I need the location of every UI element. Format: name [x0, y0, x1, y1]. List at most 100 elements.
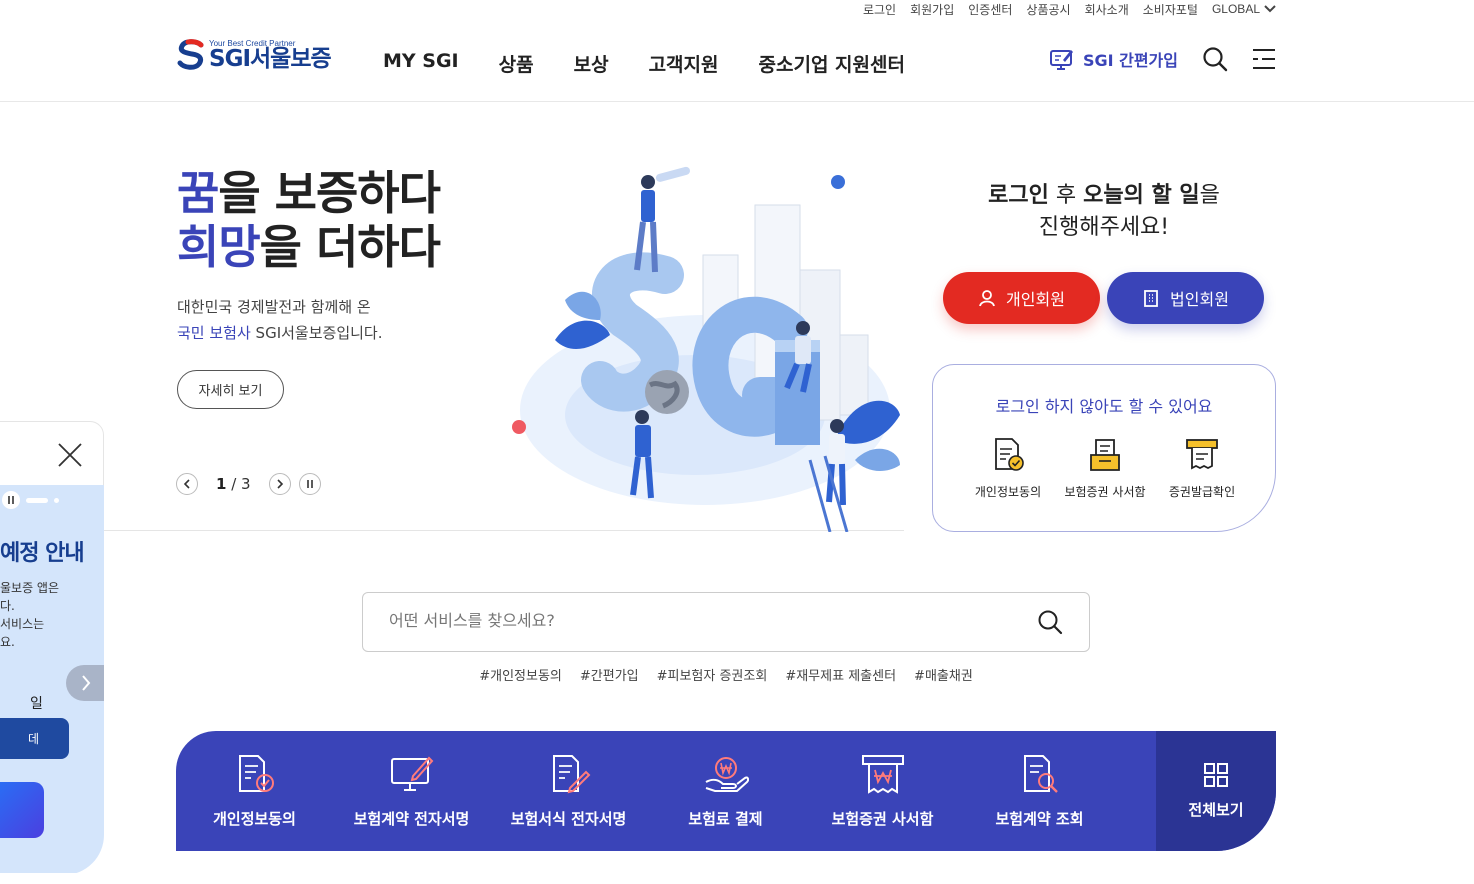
popup-text-line: 울보증 앱은 [0, 581, 60, 595]
quick-premium-payment[interactable]: 보험료 결제 [647, 731, 804, 851]
nav-sme-center[interactable]: 중소기업 지원센터 [759, 50, 905, 77]
no-login-issue-confirm[interactable]: 증권발급확인 [1157, 437, 1247, 500]
personal-member-label: 개인회원 [1006, 290, 1065, 309]
logo-name: SGI서울보증 [209, 45, 332, 72]
hero-title: 꿈을 보증하다 희망을 더하다 [177, 166, 441, 274]
pause-icon [306, 480, 313, 488]
quick-privacy-consent[interactable]: 개인정보동의 [176, 731, 333, 851]
hero-desc-line1: 대한민국 경제발전과 함께해 온 [177, 298, 371, 316]
menu-icon[interactable] [1252, 48, 1276, 70]
chevron-down-icon [1264, 5, 1276, 13]
sgi-logo[interactable]: Your Best Credit Partner SGI서울보증 [177, 38, 332, 72]
util-consumer-portal-link[interactable]: 소비자포털 [1143, 1, 1198, 18]
user-icon [979, 290, 995, 307]
no-login-privacy-consent[interactable]: 개인정보동의 [963, 437, 1053, 500]
main-nav: MY SGI 상품 보상 고객지원 중소기업 지원센터 [383, 50, 905, 77]
sgi-isometric-illustration [512, 166, 900, 532]
chevron-right-icon [277, 479, 283, 489]
search-icon[interactable] [1037, 609, 1063, 635]
corporate-member-label: 법인회원 [1170, 290, 1229, 309]
building-icon [1144, 290, 1158, 307]
global-label: GLOBAL [1211, 2, 1260, 16]
corporate-member-button[interactable]: 법인회원 [1107, 272, 1264, 324]
popup-dot-active[interactable] [26, 497, 48, 503]
popup-dot[interactable] [54, 497, 59, 503]
quick-contract-lookup[interactable]: 보험계약 조회 [961, 731, 1118, 851]
slide-pager: 1 / 3 [216, 475, 251, 493]
personal-member-button[interactable]: 개인회원 [943, 272, 1100, 324]
popup-action-button[interactable]: 데 [0, 718, 69, 759]
document-check-icon [238, 754, 274, 792]
popup-slide-indicator [2, 491, 59, 509]
quick-item-label: 보험계약 조회 [995, 809, 1084, 828]
hand-coin-icon [705, 756, 749, 792]
close-icon[interactable] [57, 442, 83, 468]
document-search-icon [1023, 754, 1058, 793]
logo-mark-icon [177, 38, 205, 70]
quick-form-esign[interactable]: 보험서식 전자서명 [490, 731, 647, 851]
login-prompt-login: 로그인 [988, 183, 1049, 208]
util-product-notice-link[interactable]: 상품공시 [1026, 1, 1070, 18]
no-login-services-panel: 로그인 하지 않아도 할 수 있어요 개인정보동의 보험증권 사서함 증권발급확… [932, 364, 1276, 532]
view-all-button[interactable]: 전체보기 [1156, 731, 1276, 851]
hero-title-rest-2: 을 더하다 [259, 220, 441, 274]
quick-policy-mailbox[interactable]: 보험증권 사서함 [804, 731, 961, 851]
popup-next-button[interactable] [66, 665, 104, 701]
service-search-box [362, 592, 1090, 652]
pager-current: 1 [216, 475, 227, 493]
nav-compensation[interactable]: 보상 [574, 50, 609, 77]
no-login-item-label: 보험증권 사서함 [1064, 485, 1146, 499]
hashtag-privacy-consent[interactable]: #개인정보동의 [479, 665, 562, 684]
login-prompt: 로그인 후 오늘의 할 일을 진행해주세요! [932, 180, 1276, 244]
view-all-label: 전체보기 [1188, 800, 1244, 819]
hashtag-insured-policy[interactable]: #피보험자 증권조회 [657, 665, 768, 684]
hashtag-easy-join[interactable]: #간편가입 [580, 665, 639, 684]
popup-header [0, 421, 104, 487]
global-dropdown[interactable]: GLOBAL [1212, 2, 1276, 16]
more-details-button[interactable]: 자세히 보기 [177, 370, 284, 409]
search-icon[interactable] [1202, 46, 1228, 72]
nav-customer-support[interactable]: 고객지원 [649, 50, 719, 77]
hero-desc-accent: 국민 보험사 [177, 324, 251, 342]
login-prompt-after: 후 [1048, 183, 1084, 208]
quick-contract-esign[interactable]: 보험계약 전자서명 [333, 731, 490, 851]
hashtag-receivables[interactable]: #매출채권 [914, 665, 973, 684]
hero-slider-controls: 1 / 3 [176, 473, 321, 495]
chevron-right-icon [82, 675, 91, 691]
prev-slide-button[interactable] [176, 473, 198, 495]
quick-item-label: 보험증권 사서함 [831, 809, 934, 828]
popup-pause-button[interactable] [2, 491, 20, 509]
easy-join-button[interactable]: SGI 간편가입 [1049, 47, 1178, 71]
search-hashtags: #개인정보동의 #간편가입 #피보험자 증권조회 #재무제표 제출센터 #매출채… [362, 665, 1090, 684]
pause-slide-button[interactable] [298, 473, 321, 495]
hero-title-rest-1: 을 보증하다 [218, 166, 441, 220]
next-slide-button[interactable] [268, 473, 291, 495]
util-login-link[interactable]: 로그인 [863, 1, 896, 18]
popup-app-button[interactable] [0, 782, 44, 838]
quick-menu: 개인정보동의 보험계약 전자서명 보험서식 전자서명 보험료 결제 보험증권 사… [176, 731, 1276, 851]
util-signup-link[interactable]: 회원가입 [910, 1, 954, 18]
login-prompt-todo: 오늘의 할 일 [1083, 183, 1200, 208]
hero-description: 대한민국 경제발전과 함께해 온 국민 보험사 SGI서울보증입니다. [177, 294, 383, 346]
nav-products[interactable]: 상품 [499, 50, 534, 77]
no-login-policy-mailbox[interactable]: 보험증권 사서함 [1060, 437, 1150, 500]
popup-date-text: 일 [30, 696, 43, 712]
popup-headline: 예정 안내 [0, 541, 85, 566]
popup-text: 울보증 앱은 다. 서비스는 요. [0, 579, 59, 651]
quick-item-label: 보험서식 전자서명 [510, 809, 627, 828]
receipt-won-icon [861, 754, 904, 794]
popup-text-line: 요. [0, 635, 15, 649]
pager-total: / 3 [231, 475, 251, 493]
nav-my-sgi[interactable]: MY SGI [383, 50, 459, 77]
mailbox-document-icon [1090, 439, 1120, 471]
chevron-left-icon [183, 479, 190, 489]
hero-title-accent-1: 꿈 [177, 166, 219, 220]
document-check-icon [995, 438, 1024, 471]
login-prompt-line2: 진행해주세요! [1038, 215, 1170, 240]
util-cert-center-link[interactable]: 인증센터 [968, 1, 1012, 18]
pause-icon [8, 496, 14, 504]
util-company-link[interactable]: 회사소개 [1085, 1, 1129, 18]
service-search-input[interactable] [389, 611, 1009, 630]
site-header: Your Best Credit Partner SGI서울보증 MY SGI … [0, 18, 1474, 102]
hashtag-financial-statement[interactable]: #재무제표 제출센터 [785, 665, 896, 684]
